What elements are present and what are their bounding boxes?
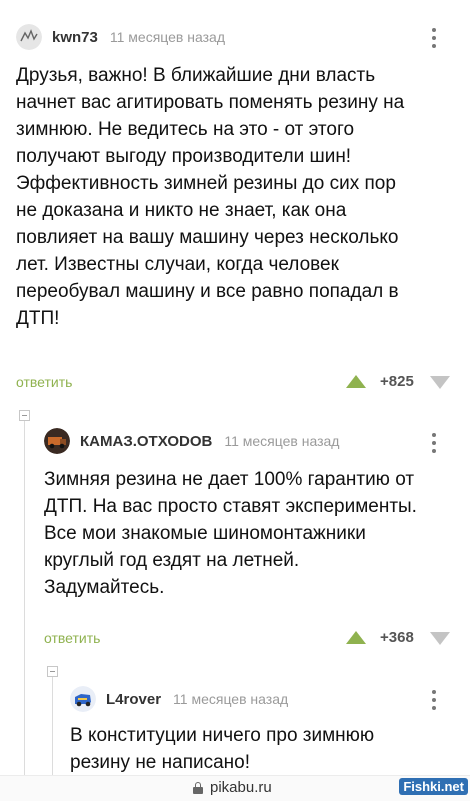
comment-text: В конституции ничего про зимнюю резину н…: [70, 725, 375, 773]
kebab-menu-icon[interactable]: [424, 688, 444, 712]
comment-3: L4rover 11 месяцев назад В конституции н…: [0, 0, 470, 775]
avatar[interactable]: [70, 686, 96, 712]
watermark: Fishki.net: [399, 778, 468, 795]
username[interactable]: L4rover: [106, 691, 161, 708]
site-address[interactable]: pikabu.ru: [193, 779, 272, 796]
site-label: pikabu.ru: [210, 779, 272, 796]
comment-header: L4rover 11 месяцев назад: [70, 686, 288, 712]
browser-bottom-bar: pikabu.ru Fishki.net: [0, 775, 470, 801]
timestamp: 11 месяцев назад: [173, 691, 289, 707]
lock-icon: [193, 782, 203, 794]
